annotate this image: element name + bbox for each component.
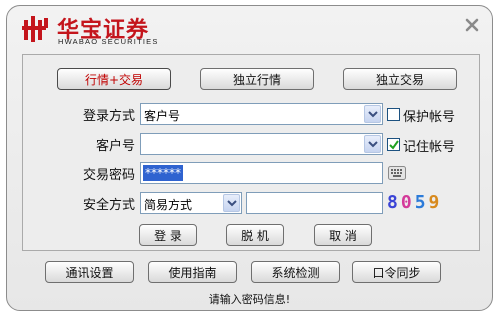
password-label: 交易密码 [82, 168, 135, 183]
brand-name-en: HWABAO SECURITIES [58, 37, 159, 46]
tab-trade-only[interactable]: 独立交易 [343, 68, 457, 90]
brand-logo: 华宝证券 HWABAO SECURITIES [21, 14, 191, 48]
system-check-button[interactable]: 系统检测 [251, 261, 340, 283]
password-sync-button[interactable]: 口令同步 [352, 261, 441, 283]
keyboard-icon[interactable] [388, 165, 406, 181]
protect-account-checkbox[interactable] [387, 108, 400, 121]
security-mode-select[interactable]: 简易方式 [140, 192, 242, 214]
comm-settings-button[interactable]: 通讯设置 [45, 261, 134, 283]
status-message: 请输入密码信息! [208, 293, 291, 306]
captcha-input[interactable] [246, 192, 383, 214]
tab-quote-and-trade[interactable]: 行情+交易 [57, 68, 171, 90]
login-method-value: 客户号 [144, 109, 181, 123]
chevron-down-icon[interactable] [364, 105, 381, 123]
remember-account-checkbox[interactable] [387, 138, 400, 151]
login-method-select[interactable]: 客户号 [140, 103, 383, 125]
chevron-down-icon[interactable] [364, 135, 381, 153]
login-button[interactable]: 登 录 [139, 224, 197, 246]
captcha-char: 0 [400, 192, 415, 213]
account-select[interactable] [140, 133, 383, 155]
checkmark-icon [389, 140, 399, 150]
tab-quote-only[interactable]: 独立行情 [200, 68, 314, 90]
close-icon[interactable] [463, 16, 481, 34]
hwabao-logo-icon [22, 16, 48, 42]
cancel-button[interactable]: 取 消 [314, 224, 372, 246]
protect-account-label: 保护帐号 [403, 110, 456, 125]
login-method-label: 登录方式 [82, 109, 135, 124]
captcha-image[interactable]: 8059 [387, 192, 442, 213]
title-bar[interactable]: 华宝证券 HWABAO SECURITIES [7, 6, 492, 54]
captcha-char: 9 [428, 192, 443, 213]
password-input[interactable]: ****** [140, 162, 383, 184]
captcha-char: 5 [414, 192, 429, 213]
chevron-down-icon[interactable] [223, 194, 240, 212]
login-window: 华宝证券 HWABAO SECURITIES 行情+交易 独立行情 独立交易 登… [6, 5, 493, 311]
offline-button[interactable]: 脱 机 [226, 224, 284, 246]
account-label: 客户号 [95, 139, 135, 154]
password-masked-value: ****** [143, 165, 183, 181]
security-mode-value: 简易方式 [144, 198, 193, 212]
security-mode-label: 安全方式 [82, 198, 135, 213]
login-panel: 行情+交易 独立行情 独立交易 登录方式 客户号 保护帐号 客户号 记住帐号 交… [22, 54, 480, 251]
user-guide-button[interactable]: 使用指南 [148, 261, 237, 283]
captcha-char: 8 [387, 192, 401, 213]
remember-account-label: 记住帐号 [403, 140, 456, 155]
